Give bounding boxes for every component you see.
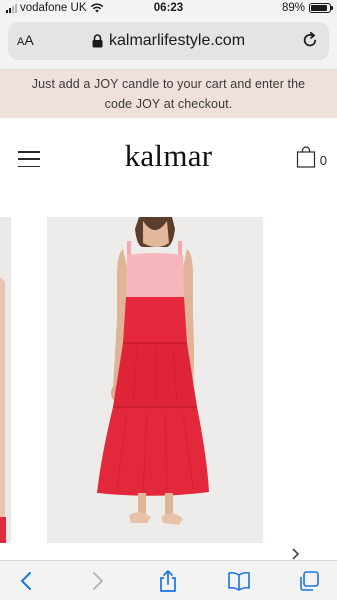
bookmarks-icon[interactable] bbox=[227, 570, 251, 592]
status-bar: vodafone UK 06:23 89% bbox=[0, 0, 337, 18]
battery-percent: 89% bbox=[281, 2, 305, 14]
product-carousel bbox=[0, 198, 337, 560]
reload-icon[interactable] bbox=[301, 31, 319, 49]
browser-bottom-toolbar bbox=[0, 560, 337, 600]
prev-image-arm bbox=[0, 277, 5, 537]
site-header: kalmar 0 bbox=[0, 118, 337, 198]
shopping-bag-icon bbox=[296, 146, 315, 168]
status-right: 89% bbox=[281, 2, 333, 14]
chevron-right-icon[interactable] bbox=[291, 548, 301, 560]
prev-image-dress bbox=[0, 517, 6, 543]
battery-fill bbox=[311, 5, 328, 11]
forward-icon[interactable] bbox=[86, 570, 108, 592]
cart-button[interactable]: 0 bbox=[296, 146, 327, 168]
tabs-icon[interactable] bbox=[298, 570, 320, 592]
announcement-line-2: code JOY at checkout. bbox=[104, 97, 233, 111]
share-icon[interactable] bbox=[157, 570, 179, 592]
dress-illustration bbox=[97, 217, 209, 525]
cart-count: 0 bbox=[319, 153, 327, 168]
back-icon[interactable] bbox=[16, 570, 38, 592]
browser-top-bar: AA kalmarlifestyle.com bbox=[0, 18, 337, 70]
announcement-line-1: Just add a JOY candle to your cart and e… bbox=[31, 77, 306, 91]
product-image[interactable] bbox=[47, 217, 263, 543]
lock-icon bbox=[92, 34, 103, 48]
previous-product-image[interactable] bbox=[0, 217, 11, 543]
site-logo[interactable]: kalmar bbox=[0, 138, 337, 174]
announcement-banner: Just add a JOY candle to your cart and e… bbox=[0, 70, 337, 118]
address-bar[interactable]: AA kalmarlifestyle.com bbox=[8, 22, 329, 60]
url-wrap: kalmarlifestyle.com bbox=[8, 32, 329, 50]
url-text[interactable]: kalmarlifestyle.com bbox=[109, 32, 245, 50]
battery-icon bbox=[309, 3, 333, 13]
